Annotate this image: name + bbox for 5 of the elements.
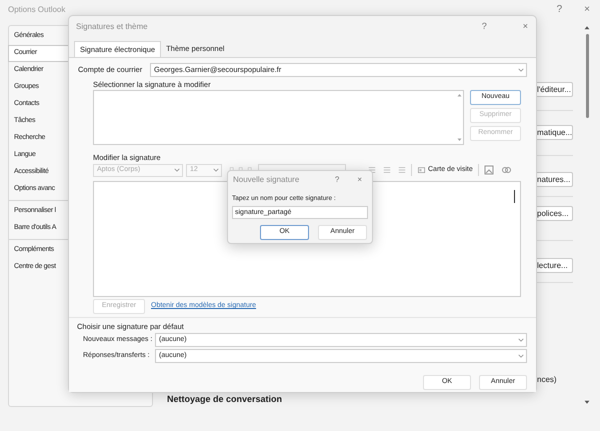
- window-title: Options Outlook: [8, 4, 66, 16]
- dialog-title: Nouvelle signature: [233, 174, 300, 186]
- option-text: nces): [537, 374, 557, 386]
- dialog-title: Signatures et thème: [76, 21, 149, 33]
- section-heading: Nettoyage de conversation: [167, 393, 282, 406]
